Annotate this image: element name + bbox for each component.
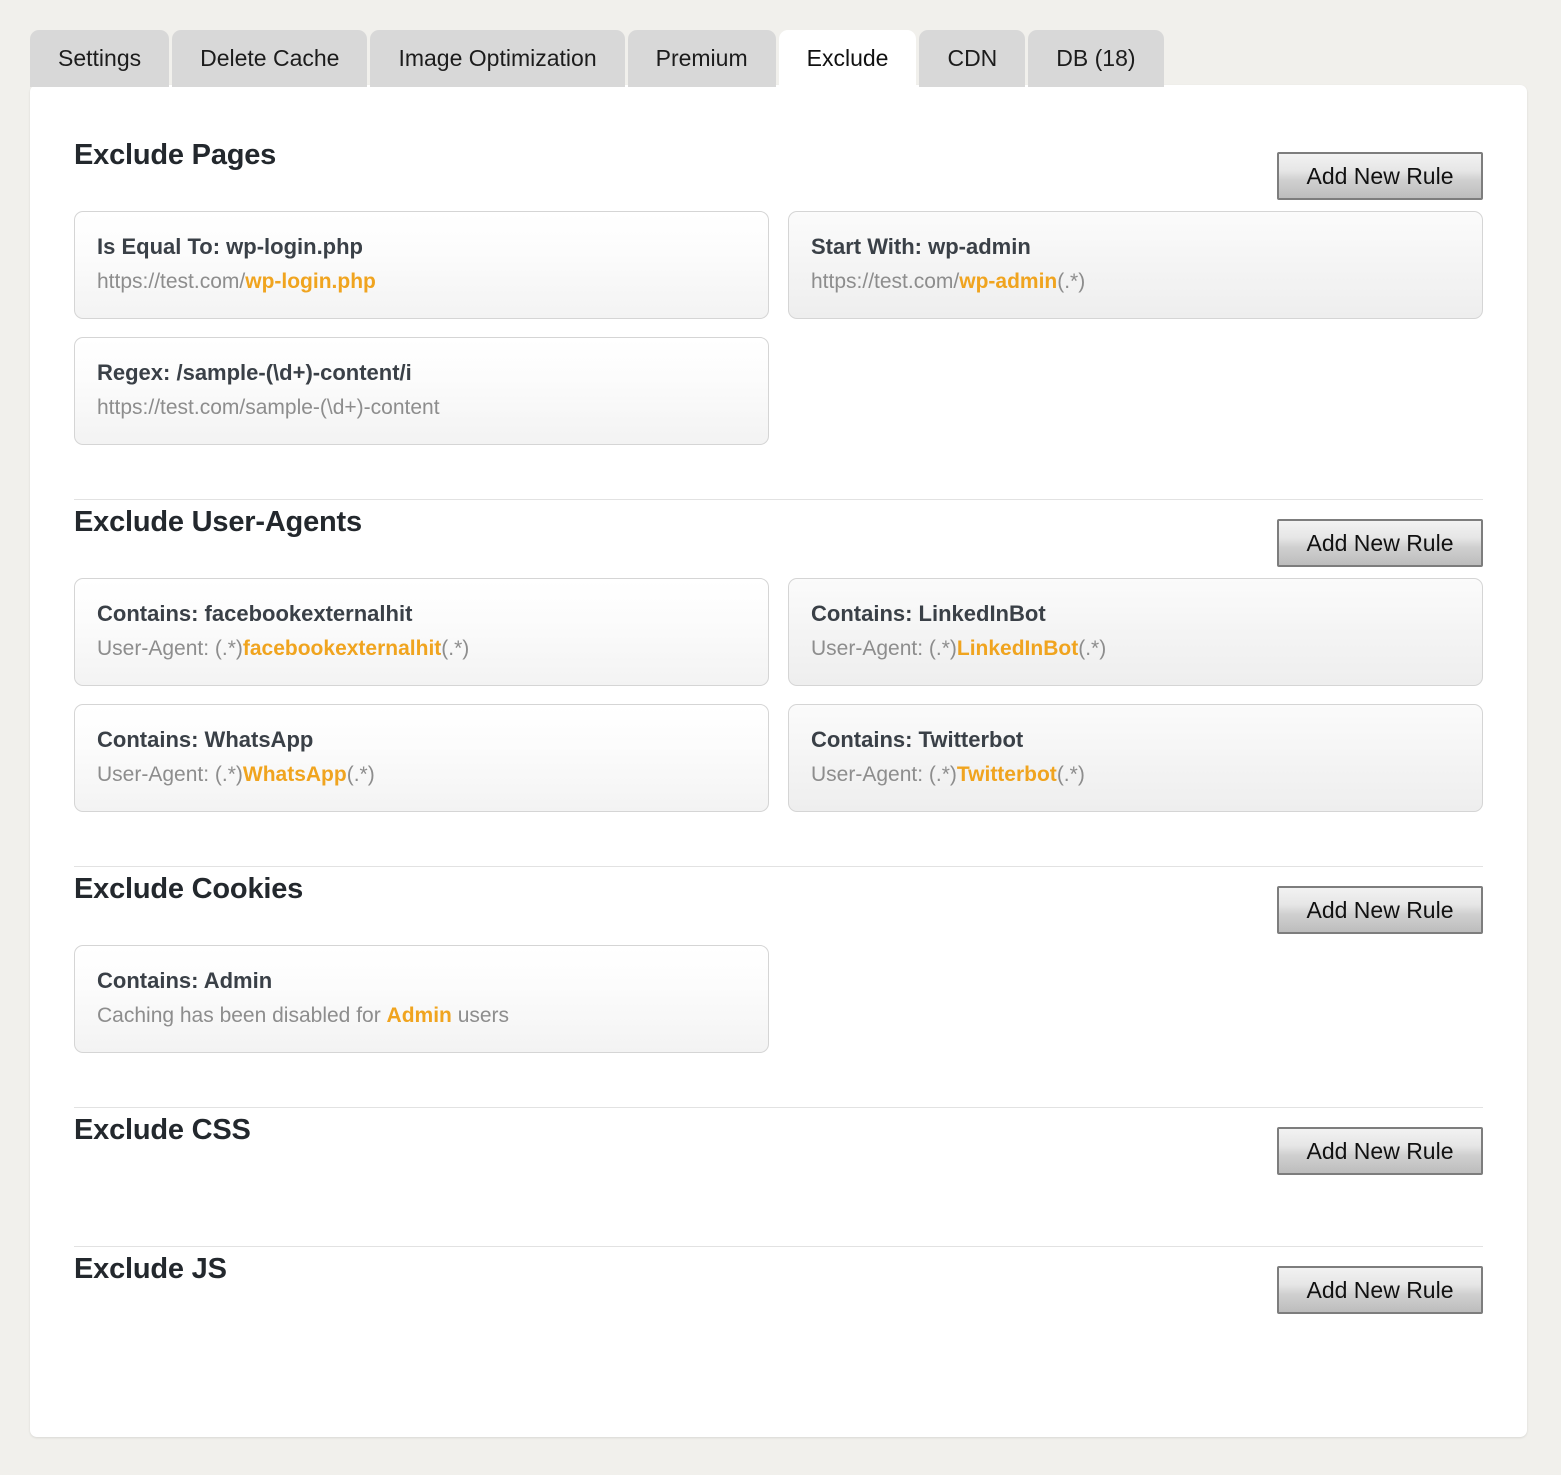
rule-card[interactable]: Contains: facebookexternalhit User-Agent:… [74,578,769,687]
section-header: Exclude Cookies Add New Rule [74,867,1483,945]
rule-list: Contains: facebookexternalhit User-Agent:… [74,578,1483,813]
add-new-rule-button[interactable]: Add New Rule [1277,886,1483,935]
section-header: Exclude JS Add New Rule [74,1247,1483,1343]
rule-card[interactable]: Is Equal To: wp-login.php https://test.co… [74,211,769,320]
tab-db-18[interactable]: DB (18) [1028,30,1164,87]
rule-pattern: User-Agent: (.*)facebookexternalhit(.*) [97,635,746,663]
tab-exclude[interactable]: Exclude [778,30,917,90]
rule-pattern-prefix: https://test.com/sample-(\d+)-content [97,395,440,419]
rule-pattern: User-Agent: (.*)LinkedInBot(.*) [811,635,1460,663]
rule-card[interactable]: Contains: LinkedInBot User-Agent: (.*)Lin… [788,578,1483,687]
section-header: Exclude CSS Add New Rule [74,1108,1483,1204]
rule-card[interactable]: Contains: WhatsApp User-Agent: (.*)WhatsA… [74,704,769,813]
rule-pattern-highlight: WhatsApp [242,762,347,786]
rule-pattern-highlight: facebookexternalhit [242,636,442,660]
rule-pattern-suffix: (.*) [346,762,375,786]
tab-bar: Settings Delete Cache Image Optimization Pr… [30,30,1167,90]
section-exclude-js: Exclude JS Add New Rule [74,1247,1483,1343]
rule-pattern-suffix: (.*) [441,636,470,660]
section-header: Exclude User-Agents Add New Rule [74,500,1483,578]
section-body: Contains: Admin Caching has been disabled… [74,945,1483,1065]
section-exclude-user-agents: Exclude User-Agents Add New Rule Contains:… [74,500,1483,824]
rule-pattern: https://test.com/sample-(\d+)-content [97,394,746,422]
rule-title: Is Equal To: wp-login.php [97,234,363,259]
rule-pattern-highlight: wp-login.php [245,269,376,293]
rule-pattern-prefix: User-Agent: (.*) [97,762,243,786]
add-new-rule-button[interactable]: Add New Rule [1277,152,1483,200]
section-title: Exclude JS [74,1253,227,1286]
rule-pattern-highlight: Admin [386,1003,452,1027]
rule-pattern: https://test.com/wp-admin(.*) [811,268,1460,296]
rule-list: Is Equal To: wp-login.php https://test.co… [74,211,1483,446]
rule-card[interactable]: Start With: wp-admin https://test.com/wp-… [788,211,1483,320]
rule-pattern-highlight: wp-admin [959,269,1058,293]
rule-pattern-suffix: (.*) [1056,762,1085,786]
tab-cdn[interactable]: CDN [919,30,1026,87]
section-title: Exclude CSS [74,1114,251,1147]
rule-card[interactable]: Contains: Admin Caching has been disabled… [74,945,769,1054]
rule-pattern-suffix: (.*) [1057,269,1086,293]
exclude-settings-page: Settings Delete Cache Image Optimization Pr… [0,0,1561,1475]
tab-premium[interactable]: Premium [627,30,776,87]
tab-image-optimization[interactable]: Image Optimization [370,30,625,87]
rule-pattern-prefix: User-Agent: (.*) [811,762,957,786]
add-new-rule-button[interactable]: Add New Rule [1277,1266,1483,1315]
section-exclude-pages: Exclude Pages Add New Rule Is Equal To: wp… [74,133,1483,457]
rule-title: Regex: /sample-(\d+)-content/i [97,360,412,386]
rule-title: Contains: facebookexternalhit [97,601,413,627]
section-title: Exclude Cookies [74,873,304,906]
section-title: Exclude User-Agents [74,506,362,539]
section-header: Exclude Pages Add New Rule [74,133,1483,211]
tab-delete-cache[interactable]: Delete Cache [172,30,368,87]
section-title: Exclude Pages [74,139,277,171]
rule-title: Contains: Twitterbot [811,727,1024,753]
rule-pattern-highlight: LinkedInBot [956,636,1079,660]
rule-pattern-prefix: User-Agent: (.*) [97,636,243,660]
tab-settings[interactable]: Settings [30,30,170,87]
add-new-rule-button[interactable]: Add New Rule [1277,519,1483,568]
add-new-rule-button[interactable]: Add New Rule [1277,1127,1483,1176]
rule-title: Contains: LinkedInBot [811,601,1046,627]
rule-pattern-suffix: users [451,1003,510,1027]
rule-card[interactable]: Contains: Twitterbot User-Agent: (.*)Twit… [788,704,1483,813]
rule-pattern-prefix: https://test.com/ [97,269,246,293]
rule-title: Start With: wp-admin [811,234,1031,259]
rule-title: Contains: WhatsApp [97,727,314,753]
rule-title: Contains: Admin [97,968,273,994]
rule-pattern: Caching has been disabled for Admin user… [97,1002,746,1030]
rule-pattern-prefix: Caching has been disabled for [97,1003,387,1027]
rule-pattern-suffix: (.*) [1078,636,1107,660]
rule-pattern: https://test.com/wp-login.php [97,268,746,296]
rule-pattern-prefix: https://test.com/ [811,269,960,293]
rule-pattern: User-Agent: (.*)Twitterbot(.*) [811,761,1460,789]
rule-pattern-highlight: Twitterbot [956,762,1057,786]
panel-content: Exclude Pages Add New Rule Is Equal To: wp… [30,85,1527,1343]
rule-list: Contains: Admin Caching has been disabled… [74,945,1483,1054]
section-body: Is Equal To: wp-login.php https://test.co… [74,211,1483,457]
section-body: Contains: facebookexternalhit User-Agent:… [74,578,1483,824]
rule-card[interactable]: Regex: /sample-(\d+)-content/i https://te… [74,337,769,446]
settings-panel: Exclude Pages Add New Rule Is Equal To: wp… [30,85,1527,1437]
rule-pattern: User-Agent: (.*)WhatsApp(.*) [97,761,746,789]
section-exclude-cookies: Exclude Cookies Add New Rule Contains: Adm… [74,867,1483,1065]
section-exclude-css: Exclude CSS Add New Rule [74,1108,1483,1204]
rule-pattern-prefix: User-Agent: (.*) [811,636,957,660]
